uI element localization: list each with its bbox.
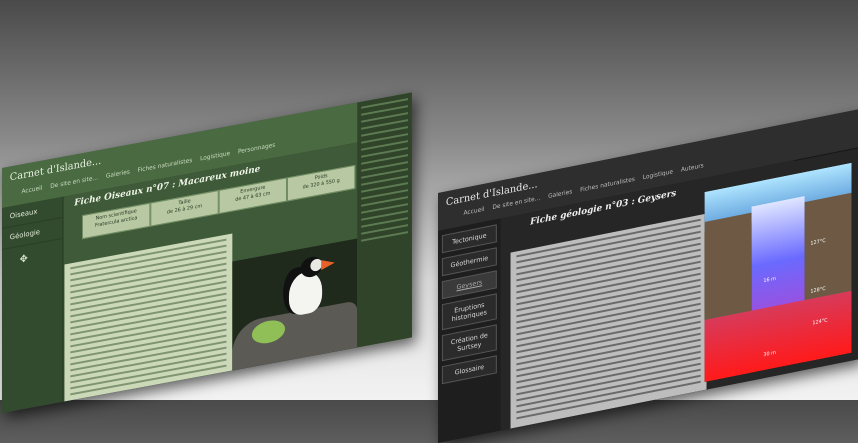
left-nav-site[interactable]: De site en site... <box>50 174 98 190</box>
geyser-diagram: 30 m 16 m 127°C 128°C 124°C <box>704 162 852 382</box>
right-nav-accueil[interactable]: Accueil <box>463 206 484 217</box>
text-line <box>70 364 227 396</box>
info-cell-poids: Poids de 320 à 550 g <box>286 164 356 202</box>
left-nav-accueil[interactable]: Accueil <box>22 185 43 196</box>
right-nav-fiches[interactable]: Fiches naturalistes <box>580 176 635 194</box>
text-line <box>70 358 227 390</box>
right-body-text <box>510 213 707 429</box>
right-nav-galeries[interactable]: Galeries <box>548 188 572 200</box>
right-sidebar-glossaire[interactable]: Glossaire <box>441 355 497 385</box>
right-sidebar-eruptions[interactable]: Eruptions historiques <box>441 293 497 331</box>
left-body-text <box>64 233 233 402</box>
left-nav-fiches[interactable]: Fiches naturalistes <box>138 157 193 174</box>
left-nav-logistique[interactable]: Logistique <box>200 150 230 163</box>
right-sidebar: Tectonique Géothermie Geysers Eruptions … <box>438 218 501 443</box>
info-cell-nom: Nom scientifique Fratercula arctica <box>82 202 151 240</box>
left-nav-galeries[interactable]: Galeries <box>106 168 130 179</box>
bird-logo-icon: ✥ <box>19 253 28 266</box>
info-cell-taille: Taille de 26 à 29 cm <box>150 190 219 227</box>
left-nav-personnages[interactable]: Personnages <box>238 142 275 156</box>
left-right-column <box>357 92 412 348</box>
puffin-photo <box>232 238 358 372</box>
screenshot-geologie: Carnet d'Islande... Accueil De site en s… <box>438 109 858 443</box>
screenshot-oiseaux: Carnet d'Islande... Accueil De site en s… <box>2 92 412 414</box>
puffin-beak <box>321 257 335 271</box>
right-nav-logistique[interactable]: Logistique <box>643 168 673 181</box>
right-nav-auteurs[interactable]: Auteurs <box>681 162 704 174</box>
right-sidebar-surtsey[interactable]: Création de Surtsey <box>441 324 497 362</box>
info-cell-envergure: Envergure de 47 à 63 cm <box>218 177 287 215</box>
left-sidebar: Oiseaux Géologie ✥ <box>2 196 64 413</box>
